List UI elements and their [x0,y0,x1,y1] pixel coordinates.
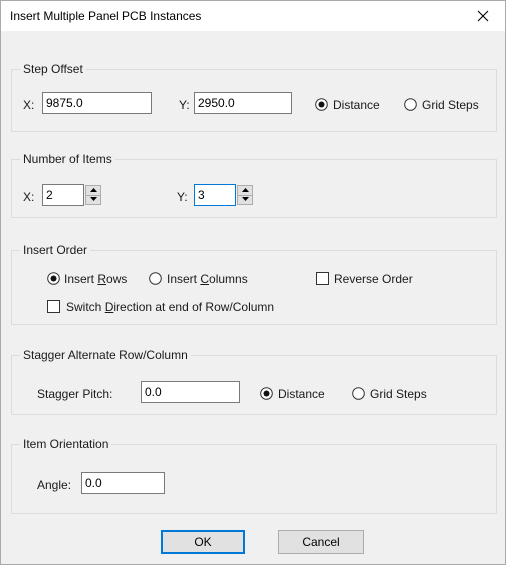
items-x-input[interactable] [42,184,84,206]
stagger-grid-steps-label: Grid Steps [370,387,427,401]
angle-label: Angle: [37,478,72,492]
angle-input[interactable] [81,472,165,494]
reverse-order-checkbox[interactable] [316,272,329,285]
step-offset-label: Step Offset [20,62,86,76]
items-y-spin-down[interactable] [238,195,252,204]
number-of-items-label: Number of Items [20,152,115,166]
items-x-spinner[interactable] [85,185,101,205]
chevron-down-icon [89,197,97,201]
chevron-up-icon [241,188,249,192]
insert-columns-radio[interactable] [149,272,162,285]
step-grid-steps-radio[interactable] [404,98,417,111]
chevron-down-icon [241,197,249,201]
switch-direction-label: Switch Direction at end of Row/Column [66,300,275,314]
step-distance-radio[interactable] [315,98,328,111]
insert-columns-label: Insert Columns [167,272,248,286]
items-y-spinner[interactable] [237,185,253,205]
step-grid-steps-label: Grid Steps [422,98,479,112]
insert-order-group: Insert Order Insert Rows Insert Columns … [11,243,497,325]
close-icon [477,10,489,22]
step-y-input[interactable] [194,92,292,114]
step-x-input[interactable] [42,92,152,114]
close-button[interactable] [461,1,505,31]
dialog-title: Insert Multiple Panel PCB Instances [10,9,202,23]
stagger-group: Stagger Alternate Row/Column Stagger Pit… [11,348,497,415]
item-orientation-group: Item Orientation Angle: [11,437,497,514]
number-of-items-group: Number of Items X: Y: [11,152,497,218]
items-x-label: X: [23,190,35,204]
item-orientation-label: Item Orientation [20,437,112,451]
switch-direction-checkbox[interactable] [47,300,60,313]
insert-rows-radio[interactable] [47,272,60,285]
items-y-label: Y: [177,190,188,204]
step-y-label: Y: [179,98,190,112]
cancel-button[interactable]: Cancel [278,530,364,554]
reverse-order-label: Reverse Order [334,272,413,286]
items-y-input[interactable] [194,184,236,206]
stagger-grid-steps-radio[interactable] [352,387,365,400]
stagger-distance-radio[interactable] [260,387,273,400]
chevron-up-icon [89,188,97,192]
insert-rows-label: Insert Rows [64,272,128,286]
ok-button[interactable]: OK [161,530,245,554]
stagger-distance-label: Distance [278,387,325,401]
items-x-spin-down[interactable] [86,195,100,204]
stagger-label: Stagger Alternate Row/Column [20,348,191,362]
stagger-pitch-label: Stagger Pitch: [37,387,113,401]
insert-multiple-panel-dialog: Insert Multiple Panel PCB Instances Step… [0,0,506,565]
step-distance-label: Distance [333,98,380,112]
step-offset-group: Step Offset X: Y: Distance Grid Steps [11,62,497,132]
title-bar: Insert Multiple Panel PCB Instances [1,1,505,31]
step-x-label: X: [23,98,35,112]
stagger-pitch-input[interactable] [141,381,240,403]
insert-order-label: Insert Order [20,243,91,257]
